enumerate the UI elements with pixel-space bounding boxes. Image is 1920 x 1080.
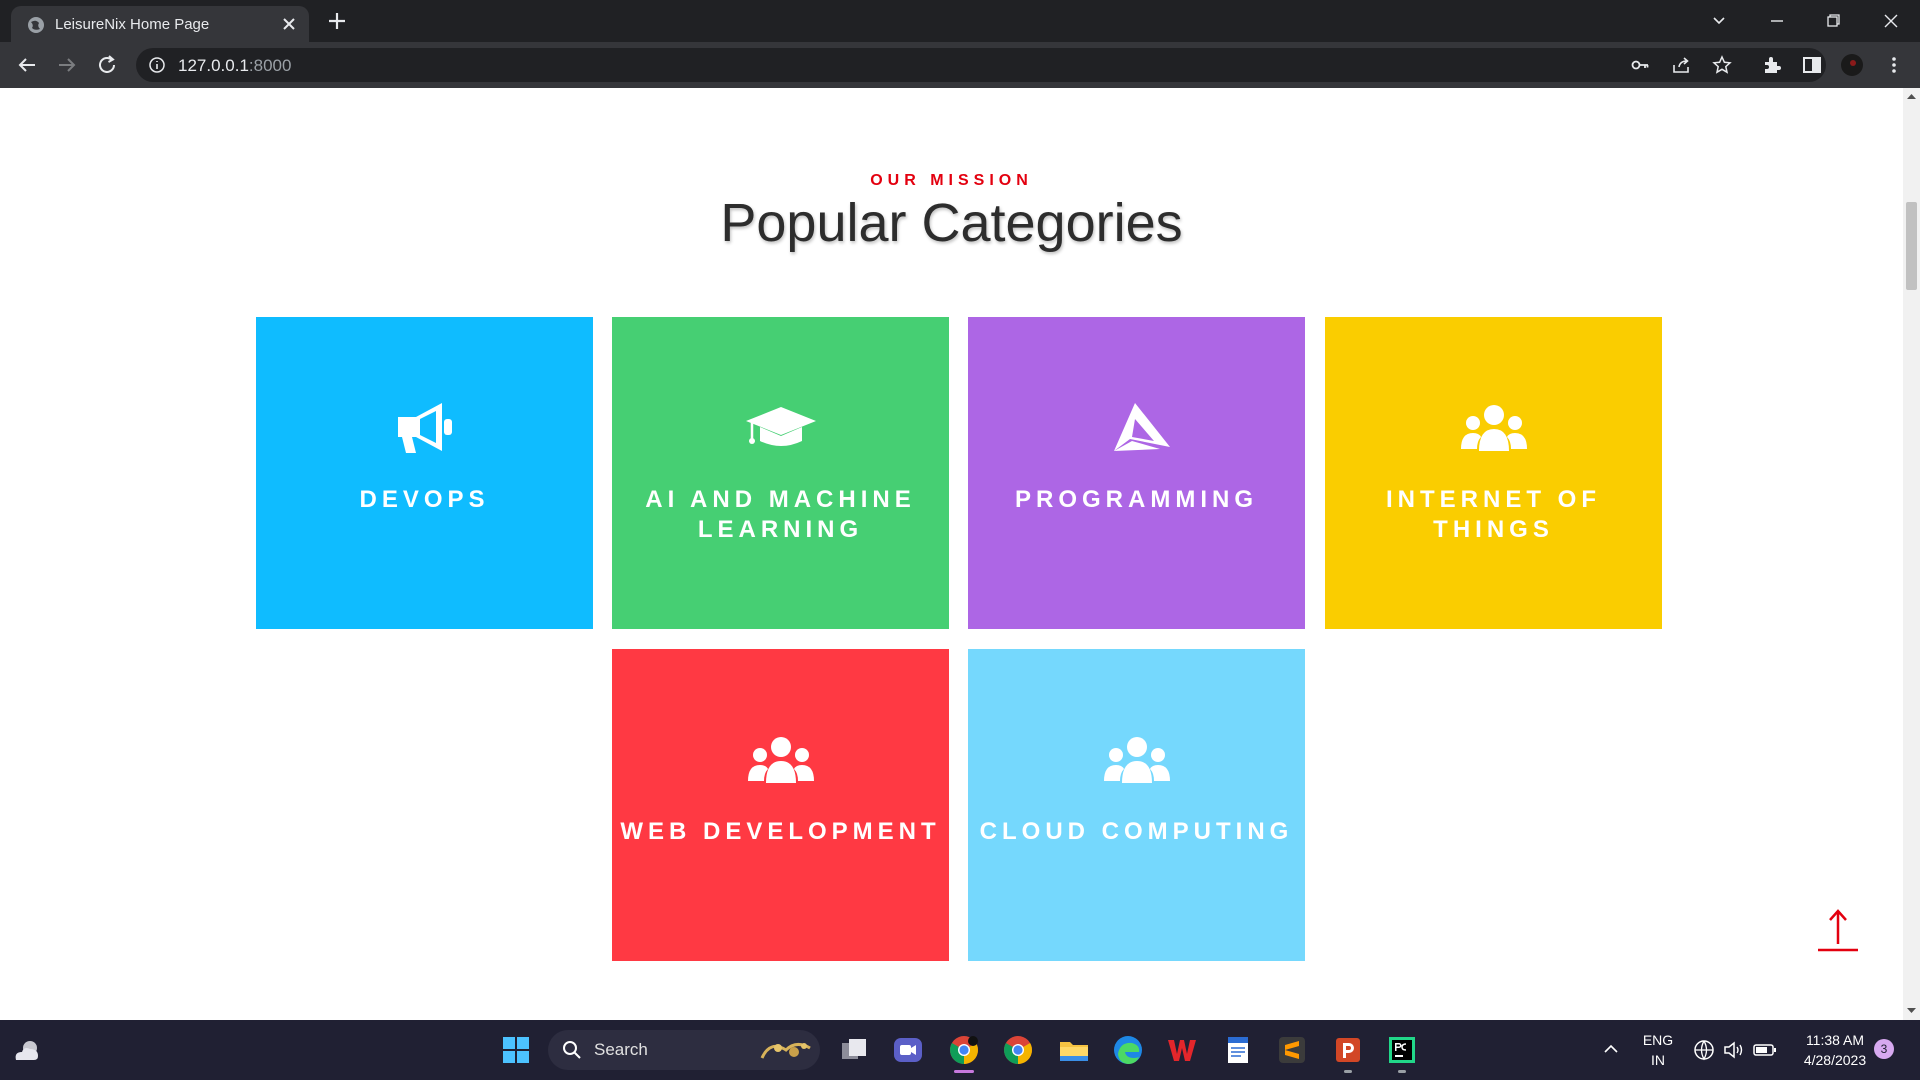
minimize-icon[interactable] <box>1764 8 1790 34</box>
category-card-ai-ml[interactable]: AI AND MACHINE LEARNING <box>612 317 949 629</box>
profile-avatar-icon[interactable] <box>1840 53 1864 77</box>
category-card-cloud-computing[interactable]: CLOUD COMPUTING <box>968 649 1305 961</box>
file-explorer-icon[interactable] <box>1058 1034 1090 1066</box>
share-icon[interactable] <box>1671 55 1691 75</box>
new-tab-icon[interactable] <box>326 10 348 32</box>
powerpoint-icon[interactable] <box>1332 1034 1364 1066</box>
battery-icon[interactable] <box>1752 1038 1778 1062</box>
active-app-indicator <box>954 1070 974 1073</box>
category-card-web-development[interactable]: WEB DEVELOPMENT <box>612 649 949 961</box>
document-icon[interactable] <box>1222 1034 1254 1066</box>
weather-icon[interactable] <box>12 1036 42 1064</box>
globe-icon <box>28 17 44 33</box>
scroll-down-arrow-icon[interactable] <box>1907 1006 1916 1015</box>
category-label: WEB DEVELOPMENT <box>620 818 941 845</box>
scrollbar-thumb[interactable] <box>1906 202 1917 290</box>
chrome-profile-icon[interactable] <box>1002 1034 1034 1066</box>
network-icon[interactable] <box>1692 1038 1716 1062</box>
browser-tab-strip: LeisureNix Home Page <box>0 0 1920 42</box>
menu-dots-icon[interactable] <box>1882 53 1906 77</box>
taskbar-search[interactable]: Search <box>548 1030 820 1070</box>
megaphone-icon <box>256 397 593 462</box>
windows-start-icon[interactable] <box>500 1034 532 1066</box>
chevron-up-icon[interactable] <box>1600 1038 1622 1060</box>
scroll-up-arrow-icon[interactable] <box>1907 92 1916 101</box>
language-indicator[interactable]: ENG IN <box>1638 1030 1678 1070</box>
url-text: 127.0.0.1:8000 <box>178 56 292 75</box>
category-label: DEVOPS <box>359 486 490 513</box>
category-label: INTERNET OF THINGS <box>1386 486 1601 543</box>
page-viewport: OUR MISSION Popular Categories DEVOPS AI… <box>0 88 1903 1020</box>
search-label: Search <box>594 1040 648 1059</box>
tab-search-icon[interactable] <box>1706 8 1732 34</box>
graduation-cap-icon <box>612 397 949 462</box>
category-label: CLOUD COMPUTING <box>979 818 1294 845</box>
category-card-programming[interactable]: PROGRAMMING <box>968 317 1305 629</box>
paper-plane-icon <box>968 397 1305 462</box>
side-panel-icon[interactable] <box>1800 53 1824 77</box>
scroll-to-top-button[interactable] <box>1816 908 1860 954</box>
users-icon <box>1325 397 1662 462</box>
notification-badge[interactable]: 3 <box>1874 1039 1894 1059</box>
meet-camera-icon[interactable] <box>892 1034 924 1066</box>
task-view-icon[interactable] <box>838 1034 870 1066</box>
reload-icon[interactable] <box>95 53 119 77</box>
close-tab-icon[interactable] <box>281 16 297 32</box>
extensions-icon[interactable] <box>1760 53 1784 77</box>
back-icon[interactable] <box>15 53 39 77</box>
running-app-indicator <box>1344 1070 1352 1073</box>
close-window-icon[interactable] <box>1878 8 1904 34</box>
page-scrollbar[interactable] <box>1903 88 1920 1020</box>
clock[interactable]: 11:38 AM 4/28/2023 <box>1790 1030 1880 1070</box>
chrome-icon[interactable] <box>948 1034 980 1066</box>
search-icon <box>563 1041 581 1059</box>
search-highlight-icon <box>760 1043 811 1059</box>
key-icon[interactable] <box>1630 55 1650 75</box>
restore-icon[interactable] <box>1820 8 1846 34</box>
edge-icon[interactable] <box>1112 1034 1144 1066</box>
category-label: AI AND MACHINE LEARNING <box>645 486 916 543</box>
wps-office-icon[interactable] <box>1166 1034 1198 1066</box>
users-icon <box>968 729 1305 794</box>
users-icon <box>612 729 949 794</box>
category-label: PROGRAMMING <box>1015 486 1258 513</box>
category-card-devops[interactable]: DEVOPS <box>256 317 593 629</box>
pycharm-icon[interactable] <box>1386 1034 1418 1066</box>
browser-toolbar: 127.0.0.1:8000 <box>0 42 1920 88</box>
running-app-indicator <box>1398 1070 1406 1073</box>
forward-icon[interactable] <box>55 53 79 77</box>
browser-tab[interactable]: LeisureNix Home Page <box>11 6 309 42</box>
bookmark-star-icon[interactable] <box>1712 55 1732 75</box>
sublime-text-icon[interactable] <box>1276 1034 1308 1066</box>
section-heading: Popular Categories <box>720 193 1183 253</box>
category-card-iot[interactable]: INTERNET OF THINGS <box>1325 317 1662 629</box>
section-eyebrow: OUR MISSION <box>870 172 1033 189</box>
site-info-icon[interactable] <box>148 56 166 74</box>
volume-icon[interactable] <box>1722 1038 1746 1062</box>
tab-title: LeisureNix Home Page <box>55 16 210 33</box>
address-bar[interactable]: 127.0.0.1:8000 <box>136 48 1826 82</box>
windows-taskbar: Search ENG IN 11:38 AM 4/28/2023 3 <box>0 1020 1920 1080</box>
